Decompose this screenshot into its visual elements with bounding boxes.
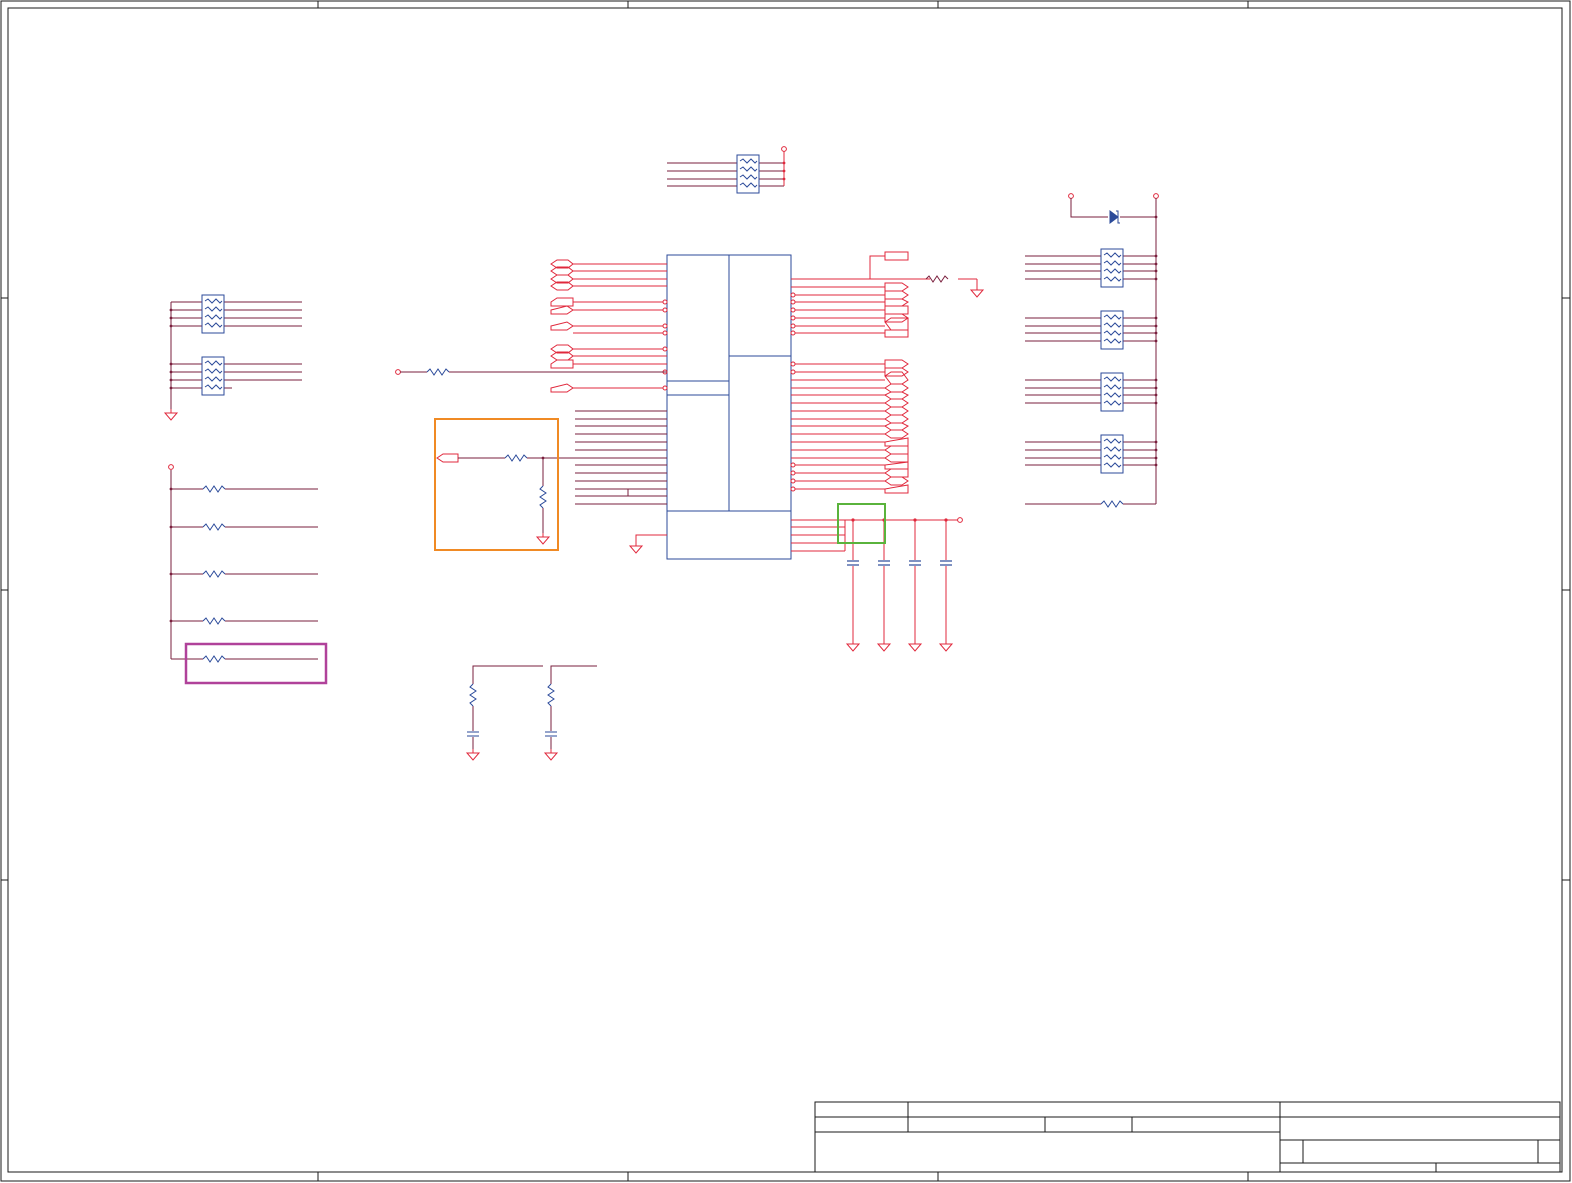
ic-right-pin-dots	[790, 292, 796, 492]
title-block	[814, 1101, 1561, 1173]
sheet-frame	[0, 0, 1571, 1182]
rnet-right-a	[1025, 248, 1158, 288]
ic-left-pin-dots	[662, 299, 668, 391]
diode-icon	[1109, 210, 1120, 224]
right-single-resistor	[1025, 500, 1156, 508]
main-ic	[666, 254, 792, 560]
rc-filters	[466, 665, 597, 761]
rnet-left-a	[171, 294, 302, 334]
left-gnd-rail	[164, 302, 178, 421]
vcc-power-flag	[957, 517, 963, 523]
rnet-right-b	[1025, 310, 1158, 350]
rnet-left-b	[171, 356, 302, 396]
rnet-top	[667, 146, 787, 194]
ic-gnd-left	[629, 534, 667, 554]
left-pullup-resistors	[168, 464, 318, 663]
ic-left-bus-lower	[575, 410, 667, 505]
highlight-purple	[184, 642, 328, 685]
rnet-right-c	[1025, 372, 1158, 412]
decoupling-capacitors	[846, 560, 953, 566]
ic-right-ports	[884, 282, 909, 494]
rnet-right-d	[1025, 434, 1158, 474]
schematic-sheet	[0, 0, 1571, 1182]
series-resistor-ic-input	[395, 368, 667, 376]
divider-circuit	[436, 453, 575, 545]
ic-right-pins	[791, 251, 984, 490]
zone-ticks	[1, 1, 1570, 1181]
highlight-orange	[434, 418, 559, 551]
ic-power-pins	[791, 519, 958, 652]
ic-left-pins-upper	[573, 263, 667, 389]
